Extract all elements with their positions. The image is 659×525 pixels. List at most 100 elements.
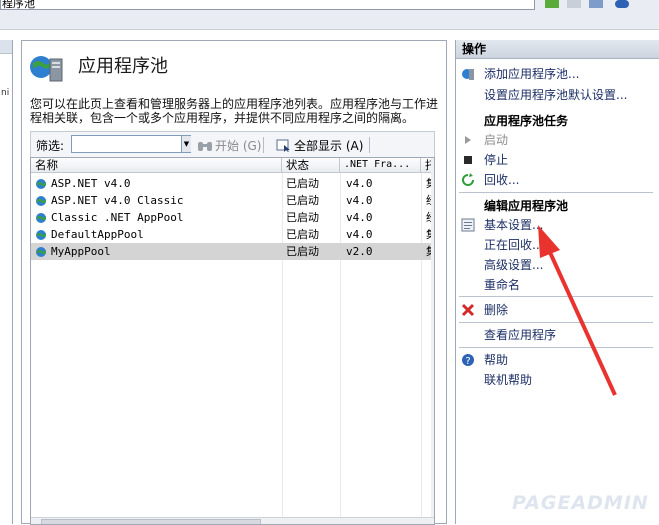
divider bbox=[459, 192, 653, 193]
start-label: 启动 bbox=[484, 133, 509, 147]
table-row[interactable]: MyAppPool已启动v2.0集 bbox=[31, 243, 434, 260]
recycle-action[interactable]: 回收... bbox=[456, 170, 659, 190]
tree-fragment[interactable]: ni bbox=[1, 88, 9, 98]
show-all-label: 全部显示 (A) bbox=[294, 139, 364, 153]
column-header-name[interactable]: 名称 bbox=[31, 158, 282, 173]
advanced-settings-action[interactable]: 高级设置... bbox=[456, 255, 659, 275]
binoculars-icon bbox=[198, 142, 212, 151]
table-row[interactable]: DefaultAppPool已启动v4.0集 bbox=[31, 226, 434, 243]
recycle-icon bbox=[462, 173, 474, 186]
app-pools-list: 名称 状态 .NET Fra... 托 ASP.NET v4.0已启动v4.0集… bbox=[30, 157, 435, 525]
table-row[interactable]: ASP.NET v4.0已启动v4.0集 bbox=[31, 175, 434, 192]
table-row[interactable]: Classic .NET AppPool已启动v4.0经 bbox=[31, 209, 434, 226]
rename-action[interactable]: 重命名 bbox=[456, 275, 659, 295]
list-header: 名称 状态 .NET Fra... 托 bbox=[31, 158, 434, 173]
cell-status: 已启动 bbox=[286, 177, 319, 190]
delete-label: 删除 bbox=[484, 303, 509, 317]
home-icon[interactable] bbox=[589, 0, 603, 8]
filter-label: 筛选: bbox=[36, 139, 65, 153]
actions-pane: 操作 添加应用程序池... 设置应用程序池默认设置... 应用程序池任务 启动 … bbox=[455, 40, 659, 524]
start-filter-label: 开始 (G) bbox=[215, 139, 262, 153]
address-bar[interactable]: 程序池 bbox=[0, 0, 535, 10]
rename-label: 重命名 bbox=[484, 278, 521, 292]
view-apps-label: 查看应用程序 bbox=[484, 328, 557, 342]
svg-text:?: ? bbox=[465, 356, 470, 367]
set-defaults-label: 设置应用程序池默认设置... bbox=[484, 88, 628, 102]
cell-status: 已启动 bbox=[286, 194, 319, 207]
start-action[interactable]: 启动 bbox=[456, 130, 659, 150]
delete-action[interactable]: 删除 bbox=[456, 300, 659, 320]
table-row[interactable]: ASP.NET v4.0 Classic已启动v4.0经 bbox=[31, 192, 434, 209]
cell-net-version: v4.0 bbox=[346, 177, 373, 190]
stop-icon bbox=[464, 156, 472, 164]
page-title: 应用程序池 bbox=[78, 56, 168, 77]
view-apps-action[interactable]: 查看应用程序 bbox=[456, 325, 659, 345]
cell-status: 已启动 bbox=[286, 228, 319, 241]
help-label: 帮助 bbox=[484, 353, 509, 367]
cell-net-version: v4.0 bbox=[346, 228, 373, 241]
help-action[interactable]: ? 帮助 bbox=[456, 350, 659, 370]
vertical-scrollbar[interactable] bbox=[431, 158, 434, 517]
app-pool-icon bbox=[36, 247, 46, 257]
basic-settings-action[interactable]: 基本设置... bbox=[456, 215, 659, 235]
recycling-action[interactable]: 正在回收... bbox=[456, 235, 659, 255]
scrollbar-thumb[interactable] bbox=[41, 519, 261, 524]
help-icon: ? bbox=[462, 354, 474, 367]
start-filter-button[interactable]: 开始 (G) bbox=[197, 137, 261, 154]
app-pool-icon bbox=[36, 196, 46, 206]
stop-action[interactable]: 停止 bbox=[456, 150, 659, 170]
app-pool-icon bbox=[36, 179, 46, 189]
cell-name: DefaultAppPool bbox=[51, 228, 144, 241]
features-pane: 应用程序池 您可以在此页上查看和管理服务器上的应用程序池列表。应用程序池与工作进… bbox=[21, 40, 447, 525]
add-pool-icon bbox=[462, 69, 474, 80]
cell-status: 已启动 bbox=[286, 245, 319, 258]
advanced-settings-label: 高级设置... bbox=[484, 258, 544, 272]
help-icon[interactable] bbox=[615, 0, 629, 8]
top-toolbar: 程序池 bbox=[0, 0, 659, 30]
online-help-label: 联机帮助 bbox=[484, 373, 533, 387]
cell-name: Classic .NET AppPool bbox=[51, 211, 184, 224]
pool-tasks-heading: 应用程序池任务 bbox=[484, 114, 569, 128]
edit-pool-heading: 编辑应用程序池 bbox=[484, 199, 569, 213]
divider bbox=[459, 322, 653, 323]
toolbar-icons bbox=[545, 0, 655, 8]
settings-page-icon bbox=[461, 218, 475, 232]
column-header-net-framework[interactable]: .NET Fra... bbox=[340, 158, 421, 173]
connections-pane: ni bbox=[0, 40, 13, 524]
filter-input[interactable] bbox=[71, 135, 191, 153]
add-app-pool-label: 添加应用程序池... bbox=[484, 67, 580, 81]
stop-icon[interactable] bbox=[567, 0, 581, 8]
toolbar-separator bbox=[263, 137, 264, 153]
recycling-label: 正在回收... bbox=[484, 238, 544, 252]
delete-x-icon bbox=[461, 303, 475, 317]
set-defaults-action[interactable]: 设置应用程序池默认设置... bbox=[456, 85, 659, 105]
show-all-button[interactable]: 全部显示 (A) bbox=[276, 137, 363, 154]
cell-net-version: v4.0 bbox=[346, 194, 373, 207]
cell-net-version: v2.0 bbox=[346, 245, 373, 258]
cell-net-version: v4.0 bbox=[346, 211, 373, 224]
toolbar-separator bbox=[369, 137, 370, 153]
basic-settings-label: 基本设置... bbox=[484, 218, 544, 232]
app-pool-icon bbox=[36, 230, 46, 240]
show-all-icon bbox=[276, 139, 290, 152]
actions-header: 操作 bbox=[456, 40, 659, 59]
filter-dropdown-arrow[interactable]: ▼ bbox=[181, 136, 191, 152]
add-app-pool-action[interactable]: 添加应用程序池... bbox=[456, 64, 659, 84]
watermark-logo: PAGEADMIN bbox=[512, 492, 649, 514]
connections-header bbox=[0, 40, 12, 54]
cell-name: ASP.NET v4.0 Classic bbox=[51, 194, 184, 207]
app-pool-icon bbox=[36, 213, 46, 223]
page-description: 您可以在此页上查看和管理服务器上的应用程序池列表。应用程序池与工作进程相关联，包… bbox=[30, 97, 439, 125]
divider bbox=[459, 347, 653, 348]
online-help-action[interactable]: 联机帮助 bbox=[456, 370, 659, 390]
cell-name: MyAppPool bbox=[51, 245, 111, 258]
cell-name: ASP.NET v4.0 bbox=[51, 177, 131, 190]
column-header-status[interactable]: 状态 bbox=[282, 158, 340, 173]
recycle-label: 回收... bbox=[484, 173, 520, 187]
cell-status: 已启动 bbox=[286, 211, 319, 224]
app-pools-globe-icon bbox=[30, 56, 63, 82]
stop-label: 停止 bbox=[484, 153, 509, 167]
play-icon bbox=[465, 136, 471, 144]
refresh-icon[interactable] bbox=[545, 0, 559, 8]
divider bbox=[459, 296, 653, 297]
